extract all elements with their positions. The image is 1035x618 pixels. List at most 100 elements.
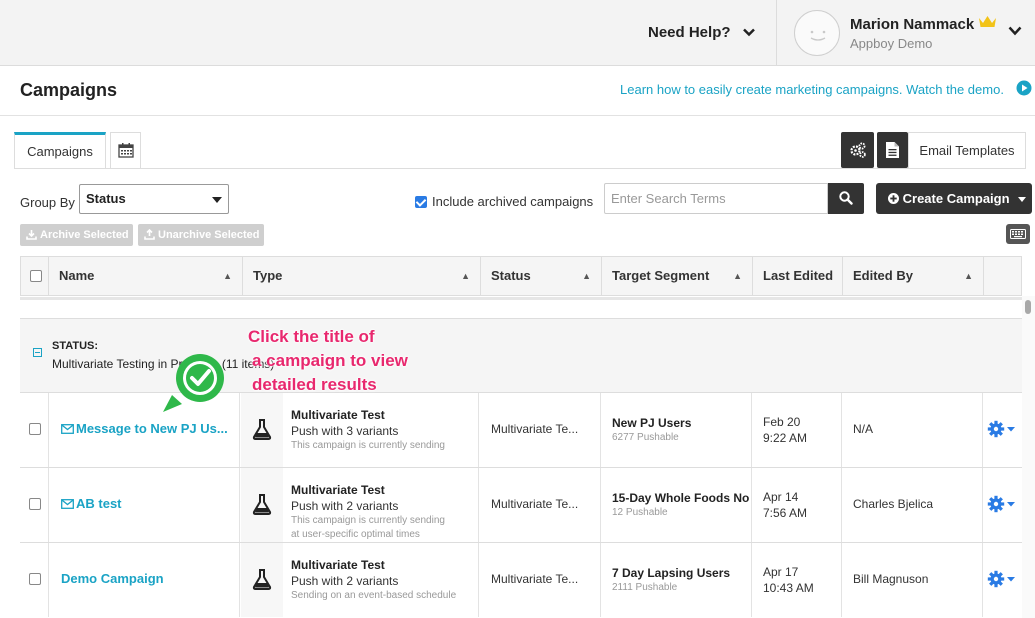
column-header-target-segment[interactable]: Target Segment ▲	[602, 257, 753, 295]
gear-icon	[987, 420, 1015, 438]
user-menu-chevron-icon[interactable]	[1008, 26, 1022, 36]
type-subtitle: Push with 2 variants	[291, 499, 399, 513]
segment-name[interactable]: 15-Day Whole Foods No	[612, 491, 750, 505]
column-divider	[600, 468, 601, 542]
group-label: STATUS:	[52, 340, 99, 352]
segment-pushable: 12 Pushable	[612, 507, 668, 518]
type-title: Multivariate Test	[291, 408, 385, 422]
plus-circle-icon	[888, 193, 899, 204]
edited-time: 9:22 AM	[763, 431, 808, 445]
document-icon	[886, 142, 899, 158]
caret-down-icon	[212, 197, 222, 203]
document-button[interactable]	[877, 132, 908, 168]
campaign-title: Message to New PJ Us...	[76, 421, 228, 436]
campaign-title-link[interactable]: Demo Campaign	[61, 571, 164, 586]
row-checkbox[interactable]	[29, 498, 41, 510]
column-header-type[interactable]: Type ▲	[243, 257, 481, 295]
tab-campaigns[interactable]: Campaigns	[14, 132, 106, 168]
callout-line-1: Click the title of	[248, 327, 375, 346]
learn-demo-link[interactable]: Learn how to easily create marketing cam…	[620, 82, 1004, 97]
crown-icon	[979, 16, 996, 27]
campaign-title-link[interactable]: AB test	[61, 496, 122, 511]
table-row[interactable]: AB test Multivariate Test Push with 2 vari…	[20, 467, 1022, 542]
avatar[interactable]	[794, 10, 840, 56]
tab-email-templates[interactable]: Email Templates	[908, 132, 1026, 168]
gear-icon	[987, 570, 1015, 588]
column-header-target-segment-label: Target Segment	[612, 268, 710, 283]
last-edited: Apr 14 7:56 AM	[763, 489, 807, 521]
type-subtitle: Push with 2 variants	[291, 574, 399, 588]
table-header: Name ▲ Type ▲ Status ▲ Target Segment ▲ …	[20, 256, 1022, 296]
segment-name[interactable]: 7 Day Lapsing Users	[612, 566, 750, 580]
segment-name[interactable]: New PJ Users	[612, 416, 750, 430]
search-input[interactable]	[604, 183, 828, 214]
name-cell: Demo Campaign	[48, 543, 240, 617]
create-campaign-button[interactable]: Create Campaign	[876, 183, 1032, 214]
column-divider	[841, 543, 842, 617]
envelope-icon	[61, 499, 74, 509]
table-row[interactable]: Demo Campaign Multivariate Test Push with …	[20, 542, 1022, 617]
collapse-toggle-icon[interactable]	[33, 348, 42, 357]
scrollbar-track[interactable]	[1022, 296, 1035, 618]
column-header-last-edited[interactable]: Last Edited	[753, 257, 843, 295]
need-help-label: Need Help?	[648, 24, 731, 41]
column-header-edited-by[interactable]: Edited By ▲	[843, 257, 984, 295]
status-text: Multivariate Te...	[491, 497, 579, 511]
column-divider	[478, 543, 479, 617]
keyboard-shortcuts-button[interactable]	[1006, 224, 1030, 244]
callout-line-3: detailed results	[252, 375, 377, 394]
column-divider	[982, 468, 983, 542]
create-campaign-label: Create Campaign	[902, 191, 1010, 206]
edited-date: Apr 17	[763, 565, 799, 579]
row-actions-button[interactable]	[987, 570, 1017, 591]
tab-calendar[interactable]	[110, 132, 141, 168]
scrollbar-thumb[interactable]	[1025, 300, 1031, 314]
column-divider	[841, 393, 842, 467]
column-divider	[982, 393, 983, 467]
page-title: Campaigns	[20, 80, 118, 100]
play-circle-icon[interactable]	[1016, 80, 1032, 96]
archive-selected-label: Archive Selected	[40, 229, 129, 241]
search-button[interactable]	[828, 183, 864, 214]
header-divider-line	[0, 115, 1035, 116]
edited-by: N/A	[853, 422, 874, 436]
edited-date: Feb 20	[763, 415, 801, 429]
last-edited: Apr 17 10:43 AM	[763, 564, 814, 596]
type-note-2: at user-specific optimal times	[291, 529, 420, 540]
avatar-face-icon	[810, 30, 826, 41]
segment-pushable: 6277 Pushable	[612, 432, 679, 443]
row-actions-button[interactable]	[987, 420, 1017, 441]
calendar-icon	[118, 143, 134, 158]
status-text: Multivariate Te...	[491, 422, 579, 436]
row-actions-button[interactable]	[987, 495, 1017, 516]
user-org: Appboy Demo	[850, 36, 933, 51]
column-header-name[interactable]: Name ▲	[49, 257, 243, 295]
row-checkbox[interactable]	[29, 423, 41, 435]
column-header-edited-by-label: Edited By	[853, 268, 913, 283]
edited-by: Charles Bjelica	[853, 497, 934, 511]
download-icon	[26, 230, 37, 240]
include-archived-label[interactable]: Include archived campaigns	[432, 194, 593, 209]
settings-button[interactable]	[841, 132, 874, 168]
type-note: This campaign is currently sending	[291, 515, 445, 526]
flask-icon	[252, 494, 272, 515]
column-header-type-label: Type	[253, 268, 283, 283]
column-divider	[478, 393, 479, 467]
name-cell: AB test	[48, 468, 240, 542]
campaign-title: AB test	[76, 496, 122, 511]
sort-icon: ▲	[223, 271, 232, 281]
user-name[interactable]: Marion Nammack	[850, 16, 974, 33]
unarchive-selected-button[interactable]: Unarchive Selected	[138, 224, 264, 246]
header-divider	[776, 0, 777, 66]
column-divider	[982, 543, 983, 617]
campaign-title-link[interactable]: Message to New PJ Us...	[61, 421, 228, 436]
keyboard-icon	[1010, 229, 1026, 239]
group-by-select[interactable]: Status	[79, 184, 229, 214]
column-header-status[interactable]: Status ▲	[481, 257, 602, 295]
type-title: Multivariate Test	[291, 483, 385, 497]
archive-selected-button[interactable]: Archive Selected	[20, 224, 133, 246]
need-help-menu[interactable]: Need Help?	[648, 24, 755, 41]
flask-icon	[252, 569, 272, 590]
include-archived-checkbox[interactable]	[415, 196, 427, 208]
row-checkbox[interactable]	[29, 573, 41, 585]
